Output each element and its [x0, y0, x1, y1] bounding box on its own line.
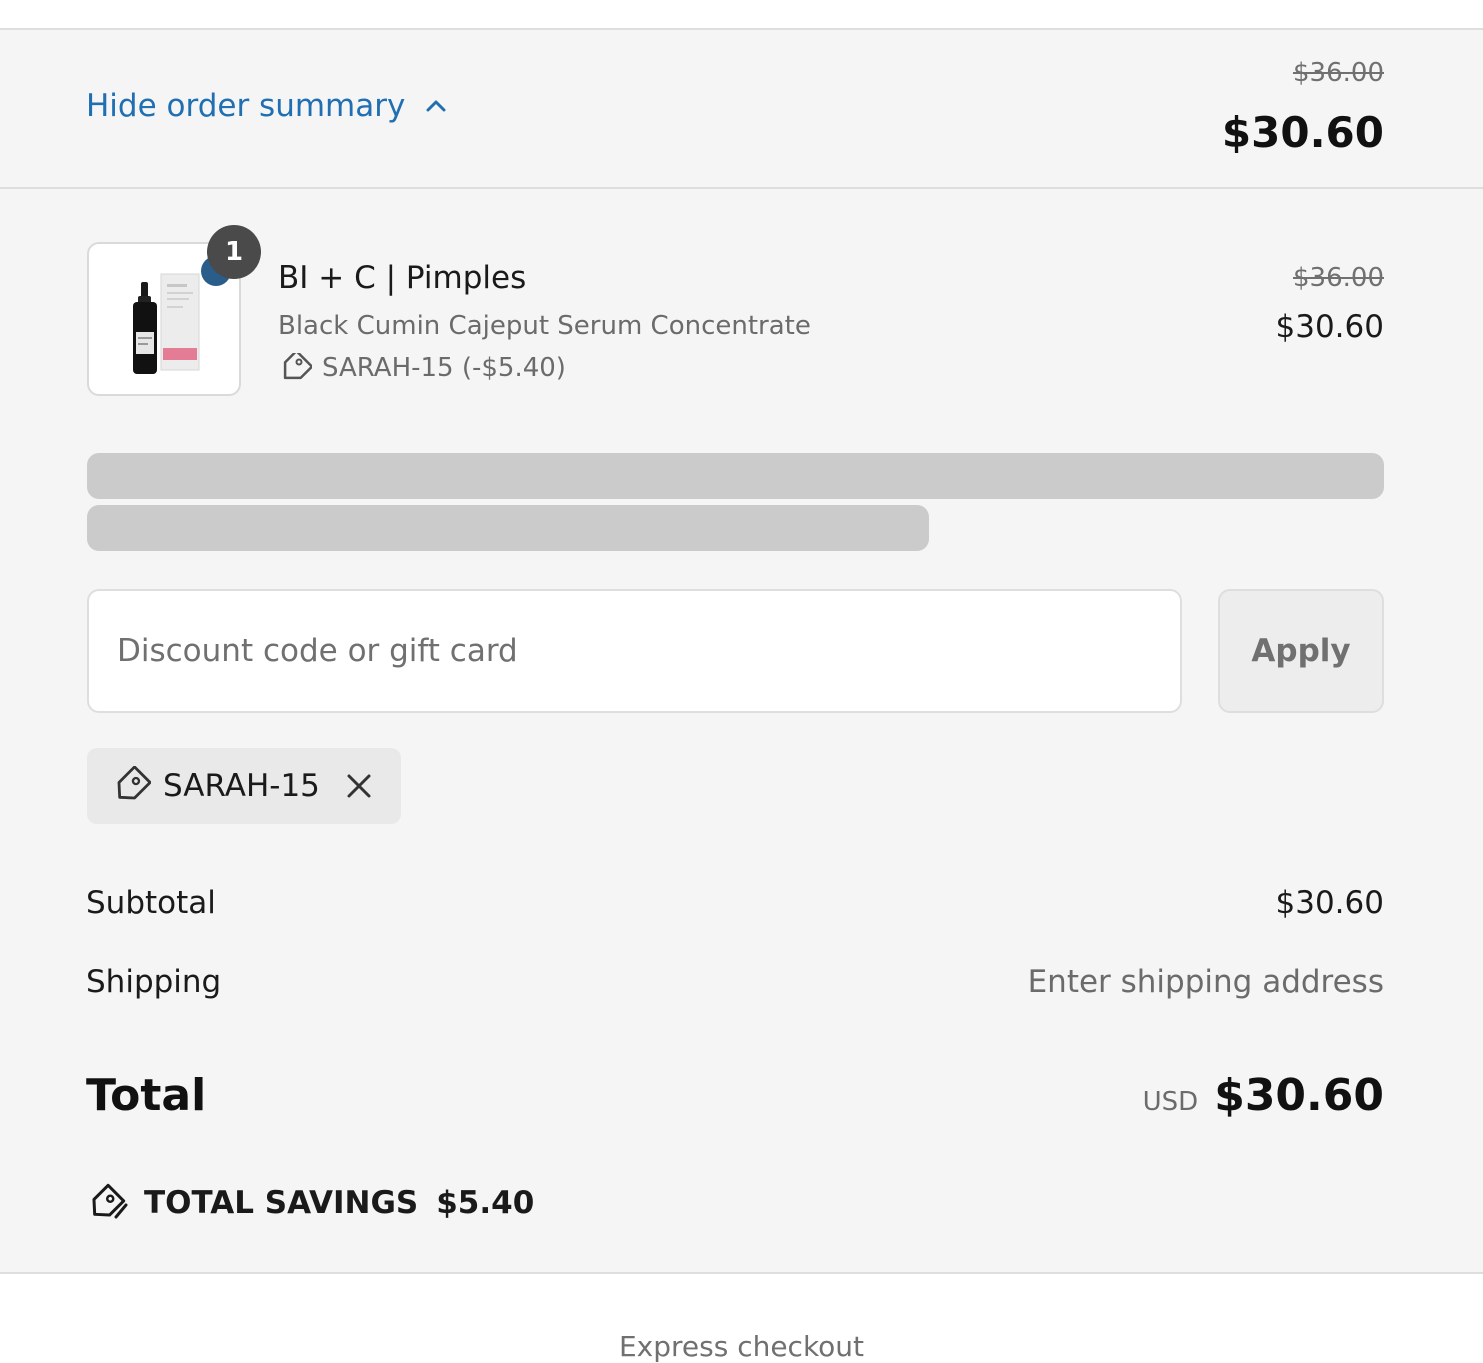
apply-discount-button[interactable]: Apply — [1218, 589, 1384, 713]
total-label: Total — [86, 1070, 207, 1121]
loading-skeleton-line — [87, 453, 1384, 499]
line-item-discount: SARAH-15 (-$5.40) — [278, 353, 566, 383]
remove-discount-button[interactable] — [346, 773, 372, 799]
total-value: USD $30.60 — [1143, 1070, 1384, 1121]
applied-discount-code: SARAH-15 — [163, 768, 320, 804]
line-item-discount-text: SARAH-15 (-$5.40) — [322, 353, 566, 383]
item-compare-at-price: $36.00 — [1293, 263, 1384, 293]
shipping-label: Shipping — [86, 964, 222, 1000]
subtotal-label: Subtotal — [86, 885, 216, 921]
header-compare-at-total: $36.00 — [1293, 58, 1384, 88]
express-checkout-heading: Express checkout — [618, 1330, 865, 1363]
product-title: BI + C | Pimples — [278, 260, 527, 296]
item-price: $30.60 — [1275, 309, 1384, 345]
total-savings: TOTAL SAVINGS $5.40 — [86, 1183, 534, 1223]
total-currency: USD — [1142, 1087, 1199, 1117]
chevron-up-icon — [426, 100, 446, 112]
page-top-strip — [0, 0, 1483, 30]
savings-tag-icon — [92, 1183, 128, 1219]
total-savings-label: TOTAL SAVINGS — [144, 1185, 419, 1221]
subtotal-value: $30.60 — [1275, 885, 1384, 921]
shipping-value: Enter shipping address — [1027, 964, 1384, 1000]
close-icon — [347, 774, 371, 798]
total-amount: $30.60 — [1214, 1070, 1384, 1121]
header-total-price: $30.60 — [1221, 108, 1384, 157]
tag-icon — [283, 353, 312, 380]
hide-order-summary-toggle[interactable]: Hide order summary — [86, 88, 447, 124]
applied-discount-chip: SARAH-15 — [87, 748, 401, 824]
discount-code-input[interactable] — [87, 589, 1182, 713]
loading-skeleton-line — [87, 505, 929, 551]
product-variant: Black Cumin Cajeput Serum Concentrate — [278, 311, 811, 341]
toggle-label: Hide order summary — [86, 88, 406, 124]
tag-icon — [111, 766, 151, 806]
total-savings-amount: $5.40 — [436, 1185, 535, 1221]
quantity-badge: 1 — [207, 225, 261, 279]
